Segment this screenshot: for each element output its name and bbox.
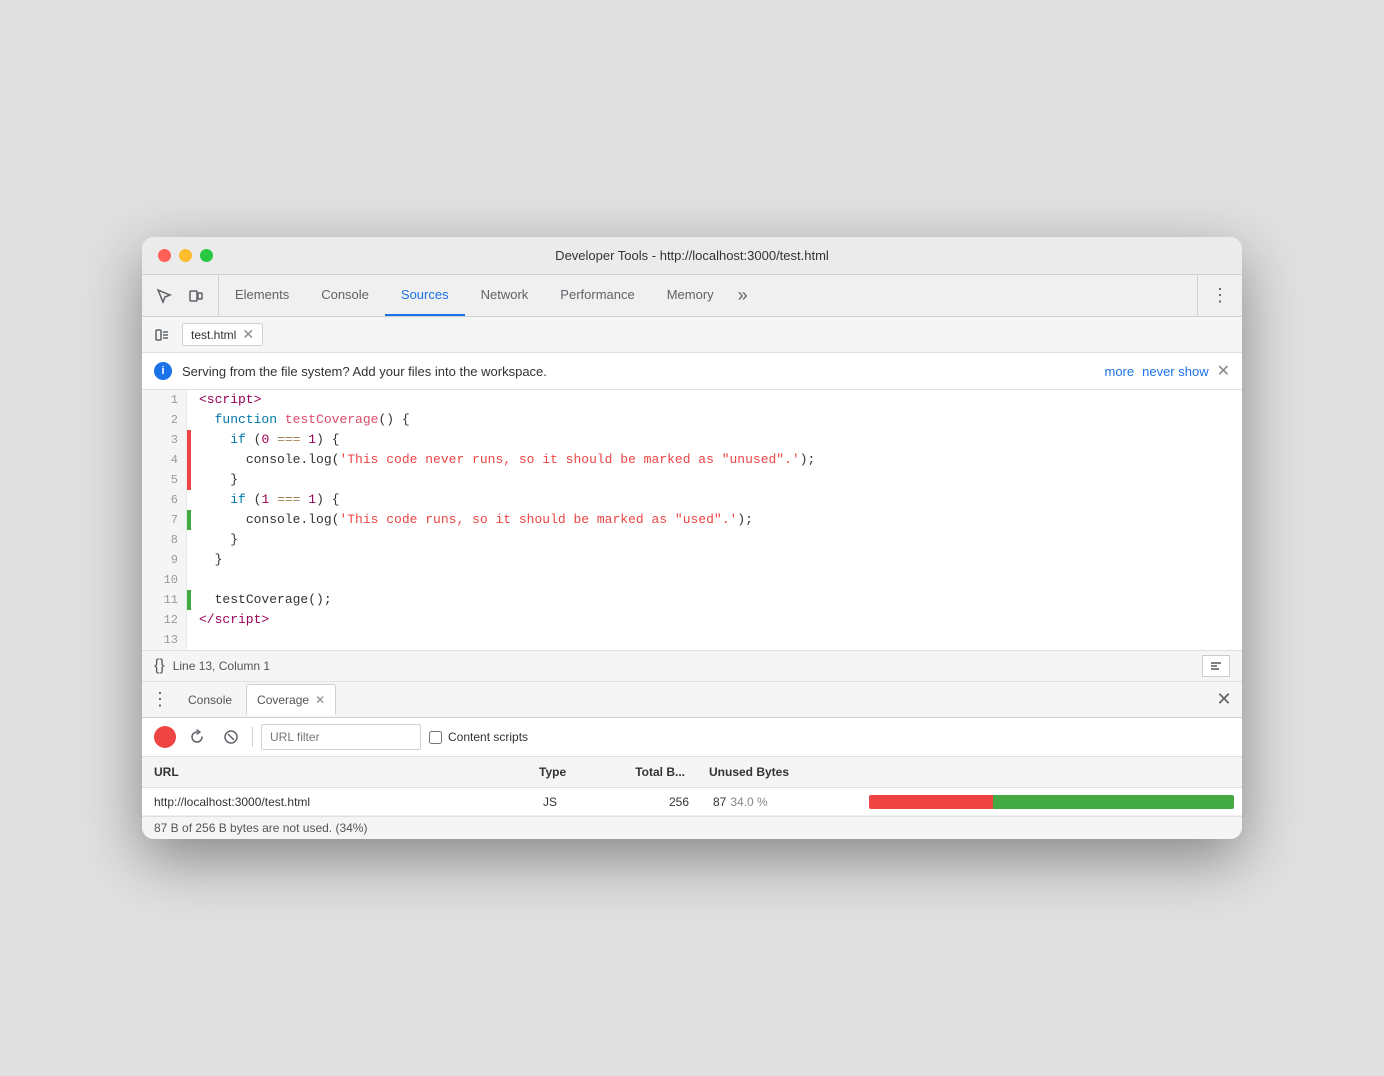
table-row: 6 if (1 === 1) { xyxy=(142,490,1242,510)
table-row: 4 console.log('This code never runs, so … xyxy=(142,450,1242,470)
file-tab-name: test.html xyxy=(191,328,236,342)
table-row: 9 } xyxy=(142,550,1242,570)
status-bar: {} Line 13, Column 1 xyxy=(142,650,1242,682)
minimize-button[interactable] xyxy=(179,249,192,262)
tab-coverage[interactable]: Coverage ✕ xyxy=(246,684,336,716)
table-row: 10 xyxy=(142,570,1242,590)
tab-console-bottom[interactable]: Console xyxy=(178,684,242,716)
record-coverage-button[interactable] xyxy=(154,726,176,748)
row-total: 256 xyxy=(611,791,701,813)
unused-bar-segment xyxy=(869,795,993,809)
row-bar xyxy=(861,791,1242,813)
coverage-tab-close-icon[interactable]: ✕ xyxy=(315,693,325,707)
coverage-table: URL Type Total B... Unused Bytes http://… xyxy=(142,757,1242,816)
coverage-footer: 87 B of 256 B bytes are not used. (34%) xyxy=(142,816,1242,839)
close-bottom-panel-icon[interactable]: ✕ xyxy=(1210,686,1238,714)
table-row: 1 <script> xyxy=(142,390,1242,410)
title-bar: Developer Tools - http://localhost:3000/… xyxy=(142,237,1242,275)
sources-toolbar: test.html ✕ xyxy=(142,317,1242,353)
coverage-toolbar: Content scripts xyxy=(142,718,1242,757)
col-header-total: Total B... xyxy=(607,761,697,783)
col-header-bar xyxy=(857,761,1242,783)
never-show-link[interactable]: never show xyxy=(1142,364,1208,379)
tab-elements[interactable]: Elements xyxy=(219,275,305,316)
separator xyxy=(252,727,253,747)
col-header-unused: Unused Bytes xyxy=(697,761,857,783)
content-scripts-checkbox-label[interactable]: Content scripts xyxy=(429,730,528,744)
code-lines: 1 <script> 2 function testCoverage() { 3… xyxy=(142,390,1242,650)
bottom-panel: ⋮ Console Coverage ✕ ✕ xyxy=(142,682,1242,839)
devtools-window: Developer Tools - http://localhost:3000/… xyxy=(142,237,1242,839)
used-bar-segment xyxy=(993,795,1234,809)
content-scripts-checkbox[interactable] xyxy=(429,731,442,744)
code-editor[interactable]: 1 <script> 2 function testCoverage() { 3… xyxy=(142,390,1242,650)
table-row: 13 xyxy=(142,630,1242,650)
inspect-element-icon[interactable] xyxy=(150,282,178,310)
toolbar-right: ⋮ xyxy=(1197,275,1242,316)
tab-performance[interactable]: Performance xyxy=(544,275,650,316)
row-unused: 87 34.0 % xyxy=(701,791,861,813)
more-tabs-button[interactable]: » xyxy=(730,275,756,316)
devtools-menu-button[interactable]: ⋮ xyxy=(1206,282,1234,310)
coverage-table-row[interactable]: http://localhost:3000/test.html JS 256 8… xyxy=(142,788,1242,816)
bottom-tab-bar: ⋮ Console Coverage ✕ ✕ xyxy=(142,682,1242,718)
row-type: JS xyxy=(531,791,611,813)
reload-coverage-icon[interactable] xyxy=(184,724,210,750)
more-link[interactable]: more xyxy=(1104,364,1134,379)
info-links: more never show ✕ xyxy=(1104,361,1230,381)
col-header-type: Type xyxy=(527,761,607,783)
table-row: 12 </script> xyxy=(142,610,1242,630)
table-row: 11 testCoverage(); xyxy=(142,590,1242,610)
file-tab-close-icon[interactable]: ✕ xyxy=(242,326,254,343)
toolbar-icons xyxy=(142,275,219,316)
table-row: 2 function testCoverage() { xyxy=(142,410,1242,430)
main-tab-bar: Elements Console Sources Network Perform… xyxy=(219,275,1197,316)
tab-sources[interactable]: Sources xyxy=(385,275,465,316)
traffic-lights xyxy=(158,249,213,262)
info-bar: i Serving from the file system? Add your… xyxy=(142,353,1242,390)
tab-memory[interactable]: Memory xyxy=(651,275,730,316)
coverage-bar xyxy=(869,795,1234,809)
col-header-url: URL xyxy=(142,761,527,783)
table-row: 8 } xyxy=(142,530,1242,550)
close-button[interactable] xyxy=(158,249,171,262)
cursor-position: Line 13, Column 1 xyxy=(173,659,1194,673)
devtools-toolbar: Elements Console Sources Network Perform… xyxy=(142,275,1242,317)
table-row: 7 console.log('This code runs, so it sho… xyxy=(142,510,1242,530)
bottom-menu-icon[interactable]: ⋮ xyxy=(146,686,174,714)
device-toolbar-icon[interactable] xyxy=(182,282,210,310)
clear-coverage-icon[interactable] xyxy=(218,724,244,750)
tab-console[interactable]: Console xyxy=(305,275,385,316)
tab-network[interactable]: Network xyxy=(465,275,545,316)
info-icon: i xyxy=(154,362,172,380)
pretty-print-button[interactable] xyxy=(1202,655,1230,677)
table-header: URL Type Total B... Unused Bytes xyxy=(142,757,1242,788)
file-tab[interactable]: test.html ✕ xyxy=(182,323,263,346)
url-filter-input[interactable] xyxy=(261,724,421,750)
format-icon[interactable]: {} xyxy=(154,657,165,675)
table-row: 5 } xyxy=(142,470,1242,490)
maximize-button[interactable] xyxy=(200,249,213,262)
table-row: 3 if (0 === 1) { xyxy=(142,430,1242,450)
info-close-icon[interactable]: ✕ xyxy=(1217,361,1230,381)
show-navigator-icon[interactable] xyxy=(150,323,174,347)
row-url: http://localhost:3000/test.html xyxy=(142,791,531,813)
window-title: Developer Tools - http://localhost:3000/… xyxy=(555,248,829,263)
info-message: Serving from the file system? Add your f… xyxy=(182,364,1094,379)
